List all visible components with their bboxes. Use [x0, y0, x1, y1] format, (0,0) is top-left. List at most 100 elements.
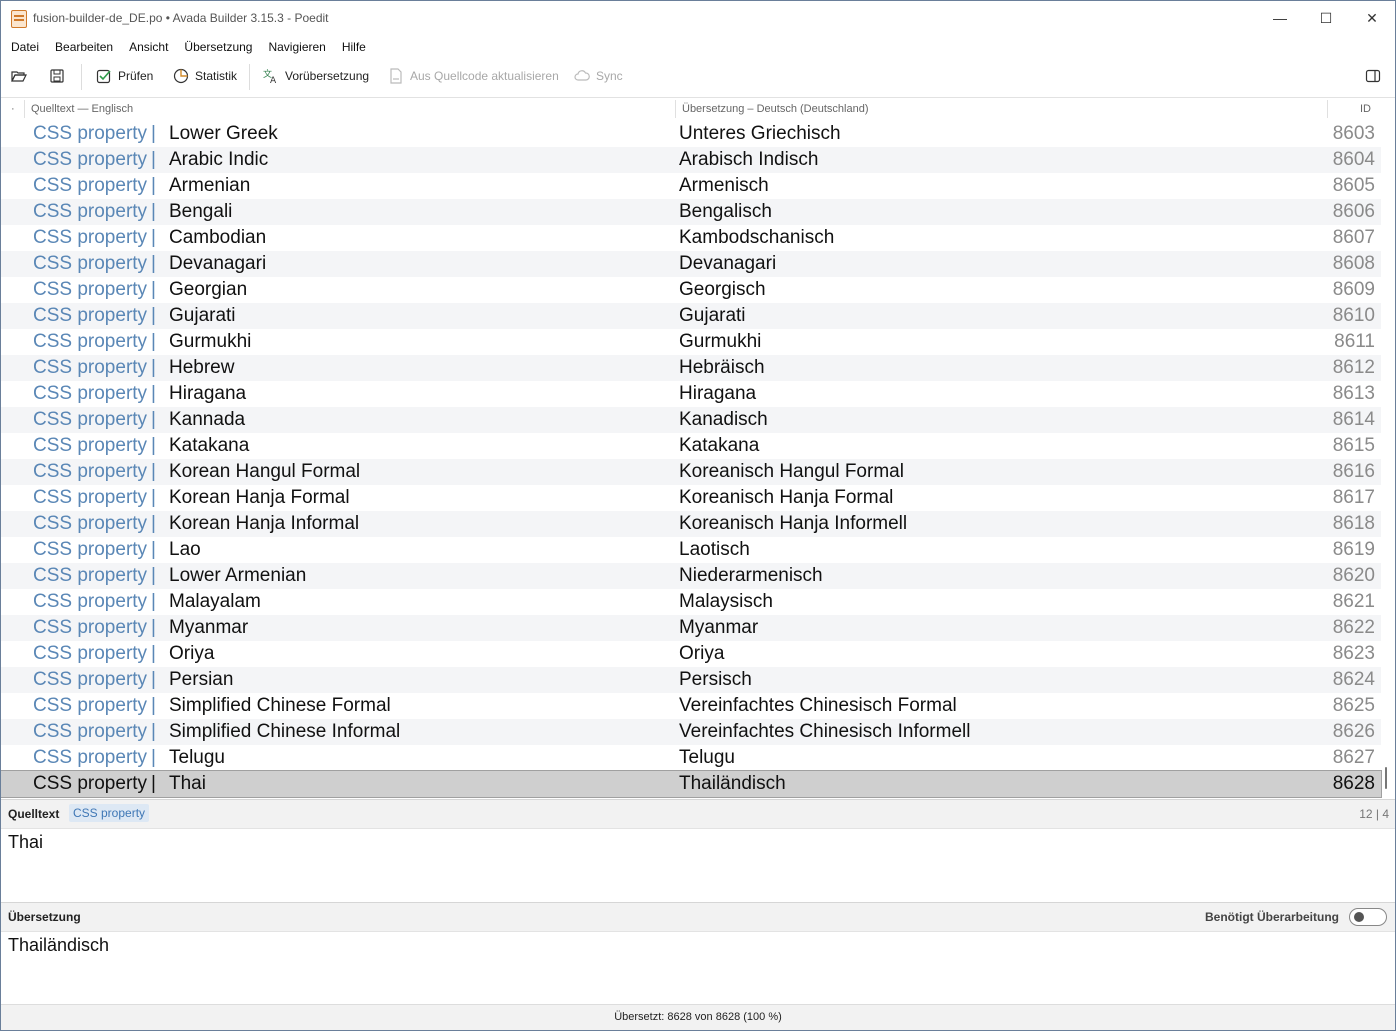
- table-row[interactable]: CSS property | Katakana Katakana 8615: [1, 433, 1381, 459]
- close-button[interactable]: ✕: [1349, 1, 1395, 35]
- column-header-source[interactable]: Quelltext — Englisch: [31, 98, 133, 120]
- row-context: CSS property |: [33, 149, 156, 170]
- row-context: CSS property |: [33, 123, 156, 144]
- table-row[interactable]: CSS property | Oriya Oriya 8623: [1, 641, 1381, 667]
- row-context: CSS property |: [33, 513, 156, 534]
- column-header-id[interactable]: ID: [1360, 98, 1371, 120]
- translation-pane-header: Übersetzung Benötigt Überarbeitung: [1, 902, 1395, 932]
- row-translation-text: Koreanisch Hangul Formal: [679, 461, 904, 482]
- table-row[interactable]: CSS property | Persian Persisch 8624: [1, 667, 1381, 693]
- rows-container: CSS property | Lower Greek Unteres Griechis…: [1, 121, 1382, 801]
- row-translation-text: Laotisch: [679, 539, 750, 560]
- translation-text-input[interactable]: Thailändisch: [8, 935, 109, 956]
- list-scroll-thumb[interactable]: [1385, 767, 1387, 789]
- row-source-text: Arabic Indic: [169, 149, 269, 170]
- row-translation-text: Armenisch: [679, 175, 769, 196]
- table-row[interactable]: CSS property | Kannada Kanadisch 8614: [1, 407, 1381, 433]
- row-source-text: Lao: [169, 539, 201, 560]
- svg-text:A: A: [270, 76, 277, 84]
- translate-icon: 文A: [263, 68, 277, 84]
- table-row[interactable]: CSS property | Georgian Georgisch 8609: [1, 277, 1381, 303]
- row-id: 8611: [1334, 331, 1375, 352]
- needs-work-toggle[interactable]: [1349, 908, 1387, 926]
- column-header-status[interactable]: ·: [11, 98, 15, 120]
- minimize-button[interactable]: —: [1257, 1, 1303, 35]
- translation-edit-pane[interactable]: Thailändisch: [1, 931, 1395, 1003]
- table-row[interactable]: CSS property | Bengali Bengalisch 8606: [1, 199, 1381, 225]
- table-row[interactable]: CSS property | Thai Thailändisch 8628: [1, 770, 1382, 798]
- row-id: 8626: [1332, 721, 1375, 742]
- source-pane-label: Quelltext: [8, 807, 60, 821]
- table-row[interactable]: CSS property | Korean Hanja Formal Koreanis…: [1, 485, 1381, 511]
- stats-label: Statistik: [195, 69, 238, 83]
- sync-label: Sync: [596, 69, 623, 83]
- table-row[interactable]: CSS property | Cambodian Kambodschanisch 860…: [1, 225, 1381, 251]
- row-context: CSS property |: [33, 773, 156, 794]
- table-row[interactable]: CSS property | Lao Laotisch 8619: [1, 537, 1381, 563]
- stats-button[interactable]: Statistik: [173, 66, 237, 86]
- menu-hilfe[interactable]: Hilfe: [336, 37, 372, 57]
- needs-work-label: Benötigt Überarbeitung: [1205, 910, 1339, 924]
- table-row[interactable]: CSS property | Korean Hanja Informal Korean…: [1, 511, 1381, 537]
- menu-datei[interactable]: Datei: [5, 37, 45, 57]
- table-row[interactable]: CSS property | Devanagari Devanagari 8608: [1, 251, 1381, 277]
- column-header-translation[interactable]: Übersetzung – Deutsch (Deutschland): [682, 98, 868, 120]
- column-separator: [24, 100, 25, 118]
- menu-bearbeiten[interactable]: Bearbeiten: [49, 37, 119, 57]
- table-row[interactable]: CSS property | Hiragana Hiragana 8613: [1, 381, 1381, 407]
- pie-chart-icon: [173, 68, 189, 84]
- toolbar-separator: [81, 64, 82, 90]
- table-row[interactable]: CSS property | Armenian Armenisch 8605: [1, 173, 1381, 199]
- table-row[interactable]: CSS property | Simplified Chinese Formal Ve…: [1, 693, 1381, 719]
- row-id: 8621: [1332, 591, 1375, 612]
- table-row[interactable]: CSS property | Hebrew Hebräisch 8612: [1, 355, 1381, 381]
- row-id: 8619: [1332, 539, 1375, 560]
- sync-button[interactable]: Sync: [574, 66, 623, 86]
- row-id: 8609: [1332, 279, 1375, 300]
- title-bar: fusion-builder-de_DE.po • Avada Builder …: [1, 1, 1395, 35]
- check-button[interactable]: Prüfen: [96, 66, 153, 86]
- table-row[interactable]: CSS property | Gurmukhi Gurmukhi 8611: [1, 329, 1381, 355]
- row-translation-text: Bengalisch: [679, 201, 772, 222]
- table-row[interactable]: CSS property | Lower Greek Unteres Griechis…: [1, 121, 1381, 147]
- row-context: CSS property |: [33, 747, 156, 768]
- open-button[interactable]: [11, 66, 27, 86]
- row-id: 8622: [1332, 617, 1375, 638]
- table-row[interactable]: CSS property | Simplified Chinese Informal…: [1, 719, 1381, 745]
- table-row[interactable]: CSS property | Myanmar Myanmar 8622: [1, 615, 1381, 641]
- row-id: 8604: [1332, 149, 1375, 170]
- update-from-source-label: Aus Quellcode aktualisieren: [410, 69, 559, 83]
- menu-uebersetzung[interactable]: Übersetzung: [178, 37, 258, 57]
- row-id: 8613: [1332, 383, 1375, 404]
- save-button[interactable]: [49, 66, 65, 86]
- poedit-window: fusion-builder-de_DE.po • Avada Builder …: [0, 0, 1396, 1031]
- update-from-source-button[interactable]: Aus Quellcode aktualisieren: [388, 66, 559, 86]
- table-row[interactable]: CSS property | Lower Armenian Niederarmenis…: [1, 563, 1381, 589]
- table-row[interactable]: CSS property | Arabic Indic Arabisch Indisc…: [1, 147, 1381, 173]
- row-context: CSS property |: [33, 383, 156, 404]
- table-row[interactable]: CSS property | Korean Hangul Formal Koreani…: [1, 459, 1381, 485]
- menu-navigieren[interactable]: Navigieren: [262, 37, 331, 57]
- list-scrollbar[interactable]: [1384, 122, 1388, 797]
- row-context: CSS property |: [33, 279, 156, 300]
- toolbar-separator: [249, 64, 250, 90]
- row-context: CSS property |: [33, 331, 156, 352]
- row-translation-text: Devanagari: [679, 253, 777, 274]
- row-id: 8628: [1332, 773, 1375, 794]
- check-label: Prüfen: [118, 69, 154, 83]
- cloud-sync-icon: [574, 70, 590, 81]
- sidebar-toggle-button[interactable]: [1365, 66, 1381, 86]
- row-source-text: Bengali: [169, 201, 233, 222]
- row-source-text: Simplified Chinese Informal: [169, 721, 401, 742]
- row-source-text: Thai: [169, 773, 206, 794]
- row-translation-text: Kanadisch: [679, 409, 768, 430]
- row-id: 8615: [1332, 435, 1375, 456]
- table-row[interactable]: CSS property | Telugu Telugu 8627: [1, 745, 1381, 771]
- maximize-button[interactable]: ☐: [1303, 1, 1349, 35]
- table-row[interactable]: CSS property | Gujarati Gujarati 8610: [1, 303, 1381, 329]
- row-source-text: Cambodian: [169, 227, 267, 248]
- pretranslate-button[interactable]: 文A Vorübersetzung: [263, 66, 369, 86]
- table-row[interactable]: CSS property | Malayalam Malaysisch 8621: [1, 589, 1381, 615]
- menu-ansicht[interactable]: Ansicht: [123, 37, 174, 57]
- row-translation-text: Katakana: [679, 435, 760, 456]
